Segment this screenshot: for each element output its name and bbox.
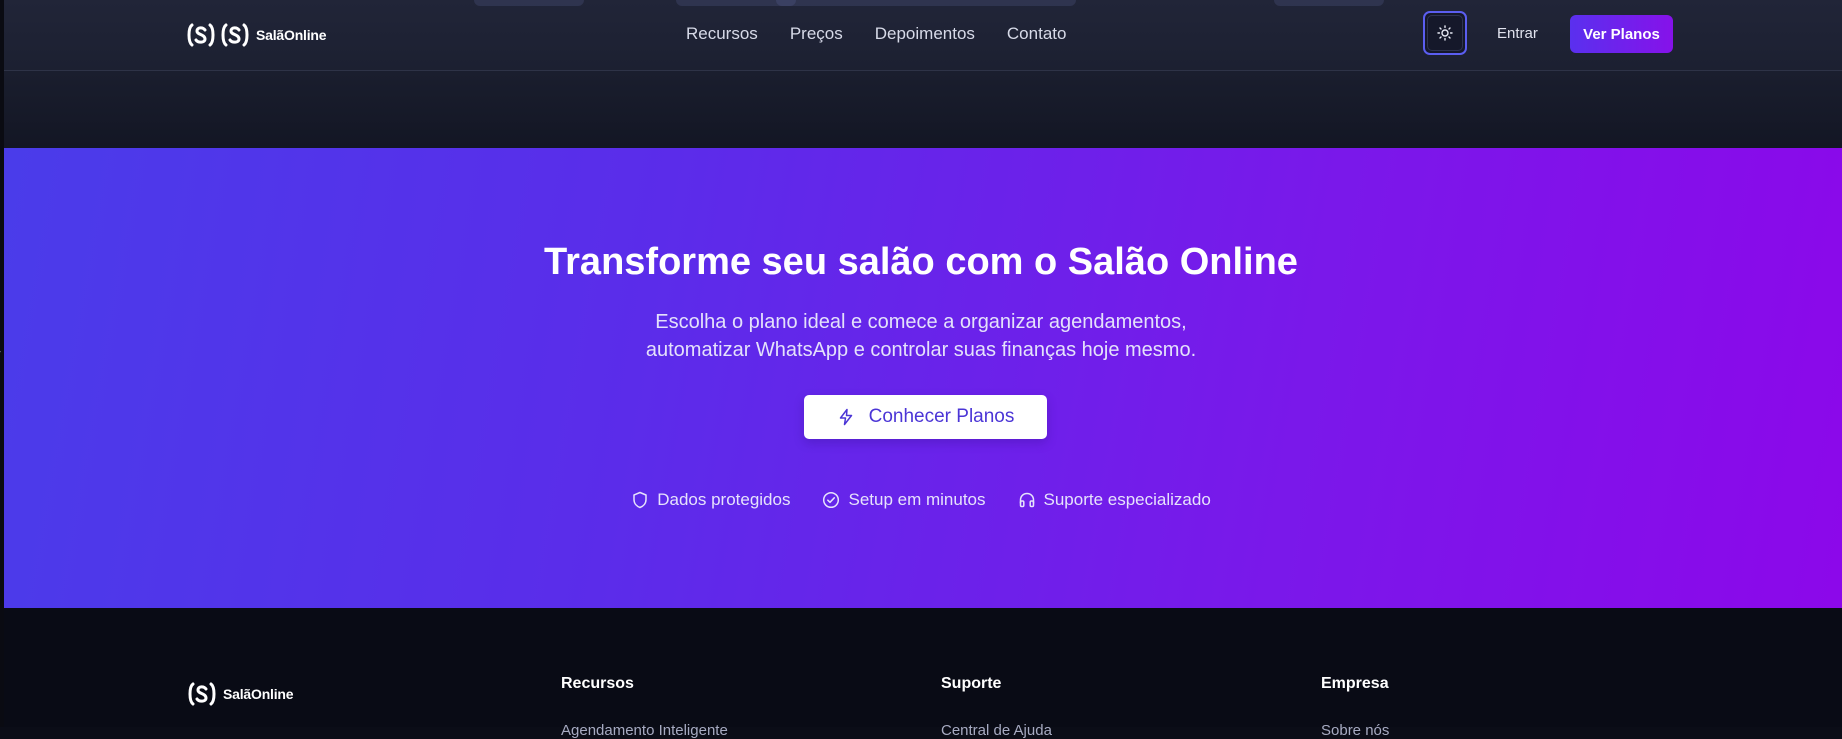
chevron-right-icon[interactable]: › bbox=[0, 344, 1, 358]
focus-ring bbox=[1427, 15, 1463, 51]
footer-link[interactable]: Central de Ajuda bbox=[941, 722, 1052, 739]
footer-link[interactable]: Sobre nós bbox=[1321, 722, 1389, 739]
nav-link-depoimentos[interactable]: Depoimentos bbox=[875, 22, 975, 46]
trust-item-data: Dados protegidos bbox=[631, 489, 790, 511]
logo-text: SalãOnline bbox=[256, 27, 327, 43]
trust-item-setup: Setup em minutos bbox=[822, 489, 986, 511]
hero-subtitle-line: Escolha o plano ideal e comece a organiz… bbox=[655, 311, 1187, 333]
footer-logo-text: SalãOnline bbox=[223, 686, 294, 702]
footer-logo[interactable]: SalãOnline bbox=[187, 681, 294, 707]
trust-label: Dados protegidos bbox=[657, 490, 791, 509]
footer-heading-recursos: Recursos bbox=[561, 675, 634, 692]
headphones-icon bbox=[1019, 492, 1034, 508]
view-plans-button[interactable]: Ver Planos bbox=[1570, 15, 1673, 53]
nav-link-recursos[interactable]: Recursos bbox=[686, 22, 758, 46]
hero-section: Transforme seu salão com o Salão Online … bbox=[4, 148, 1842, 608]
hero-button-label: Conhecer Planos bbox=[868, 406, 1015, 427]
site-footer: SalãOnline Recursos Agendamento Intelige… bbox=[4, 608, 1842, 739]
viewport-edge bbox=[0, 0, 4, 727]
trust-label: Suporte especializado bbox=[1043, 490, 1211, 509]
hero-subtitle: Escolha o plano ideal e comece a organiz… bbox=[0, 308, 1842, 364]
site-logo[interactable]: SalãOnline bbox=[186, 22, 327, 48]
site-header: SalãOnline Recursos Preços Depoimentos C… bbox=[4, 0, 1842, 71]
check-circle-icon bbox=[823, 491, 840, 509]
header-glow bbox=[776, 0, 1076, 6]
hero-subtitle-line: automatizar WhatsApp e controlar suas fi… bbox=[645, 339, 1197, 361]
footer-heading-empresa: Empresa bbox=[1321, 675, 1389, 692]
nav-link-contato[interactable]: Contato bbox=[1007, 22, 1067, 46]
nav-link-precos[interactable]: Preços bbox=[790, 22, 843, 46]
main-nav: Recursos Preços Depoimentos Contato bbox=[686, 22, 1066, 46]
shield-icon bbox=[633, 491, 647, 509]
header-glow bbox=[474, 0, 584, 6]
logo-mark-icon bbox=[221, 23, 249, 47]
footer-heading-suporte: Suporte bbox=[941, 675, 1002, 692]
login-link[interactable]: Entrar bbox=[1497, 24, 1538, 44]
lightning-icon bbox=[839, 408, 852, 426]
header-spacer bbox=[4, 71, 1842, 148]
logo-mark-icon bbox=[188, 682, 216, 706]
trust-item-support: Suporte especializado bbox=[1018, 489, 1211, 511]
footer-link[interactable]: Agendamento Inteligente bbox=[561, 722, 728, 739]
trust-badges: Dados protegidos Setup em minutos Suport… bbox=[0, 489, 1842, 511]
view-plans-hero-button[interactable]: Conhecer Planos bbox=[804, 395, 1047, 439]
trust-label: Setup em minutos bbox=[848, 490, 986, 509]
logo-mark-icon bbox=[187, 23, 215, 47]
header-glow bbox=[1274, 0, 1384, 6]
theme-toggle-button[interactable] bbox=[1423, 11, 1467, 55]
hero-title: Transforme seu salão com o Salão Online bbox=[544, 241, 1298, 283]
